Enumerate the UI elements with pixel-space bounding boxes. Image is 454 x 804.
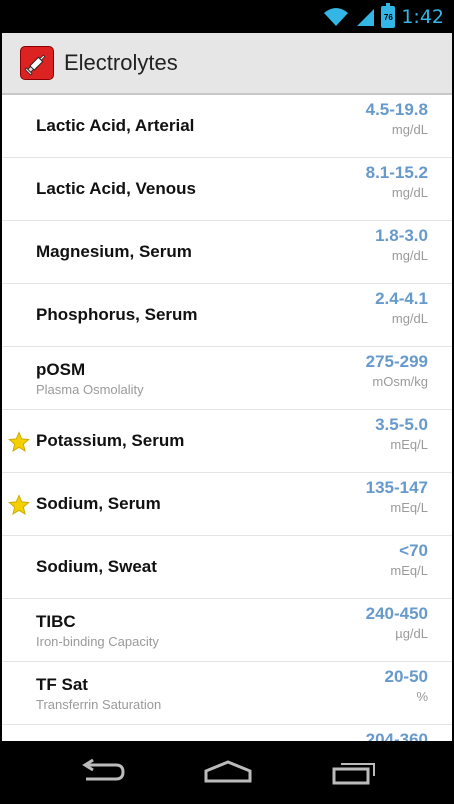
list-item[interactable]: Potassium, Serum 3.5-5.0 mEq/L [2, 410, 452, 473]
item-unit: mg/dL [391, 185, 428, 200]
screen: 76 1:42 Electrolytes Lactic Acid, Arteri… [2, 0, 452, 804]
wifi-icon [324, 8, 349, 26]
item-name: Lactic Acid, Venous [36, 179, 196, 198]
item-range: 240-450 [365, 604, 428, 623]
item-name: Sodium, Serum [36, 494, 161, 513]
action-bar: Electrolytes [2, 33, 452, 95]
item-range: 20-50 [384, 667, 428, 686]
item-name: TF Sat [36, 675, 88, 694]
list-item[interactable]: TF Sat Transferrin Saturation 20-50% [2, 662, 452, 725]
item-unit: mEq/L [390, 500, 428, 515]
electrolyte-list: Lactic Acid, Arterial 4.5-19.8 mg/dL Lactic… [2, 95, 452, 741]
back-icon[interactable] [80, 759, 126, 785]
item-range: 8.1-15.2 [365, 163, 428, 182]
item-name: Phosphorus, Serum [36, 305, 198, 324]
item-range: 3.5-5.0 [375, 415, 428, 434]
item-subtitle: Iron-binding Capacity [36, 634, 159, 649]
syringe-icon[interactable] [20, 46, 54, 80]
item-subtitle: Plasma Osmolality [36, 382, 144, 397]
item-range: 4.5-19.8 [365, 100, 428, 119]
list-item[interactable]: Magnesium, Serum 1.8-3.0 mg/dL [2, 221, 452, 284]
item-range: 1.8-3.0 [375, 226, 428, 245]
status-time: 1:42 [401, 6, 444, 28]
item-name: Potassium, Serum [36, 431, 185, 450]
navigation-bar [2, 741, 452, 804]
list-item[interactable]: Lactic Acid, Arterial 4.5-19.8 mg/dL [2, 95, 452, 158]
item-unit: % [416, 689, 428, 704]
list-item[interactable]: Sodium, Sweat <70 mEq/L [2, 536, 452, 599]
item-range: 135-147 [365, 478, 428, 497]
item-name: Sodium, Sweat [36, 557, 157, 576]
item-unit: mg/dL [391, 311, 428, 326]
item-name: pOSM [36, 360, 86, 379]
list-item[interactable]: Sodium, Serum 135-147 mEq/L [2, 473, 452, 536]
item-range: 204-360 [365, 730, 428, 741]
item-unit: mg/dL [391, 122, 428, 137]
status-icons: 76 1:42 [323, 3, 444, 31]
item-unit: mOsm/kg [372, 374, 428, 389]
status-bar: 76 1:42 [2, 0, 452, 33]
item-unit: µg/dL [395, 626, 428, 641]
recent-apps-icon[interactable] [332, 759, 378, 785]
star-icon[interactable] [8, 431, 30, 453]
item-name: TIBC [36, 612, 76, 631]
item-range: 275-299 [365, 352, 428, 371]
item-name: Lactic Acid, Arterial [36, 116, 195, 135]
list-item[interactable]: Phosphorus, Serum 2.4-4.1 mg/dL [2, 284, 452, 347]
signal-icon [357, 9, 375, 26]
list-item[interactable]: Lactic Acid, Venous 8.1-15.2 mg/dL [2, 158, 452, 221]
item-subtitle: Transferrin Saturation [36, 697, 162, 712]
home-icon[interactable] [203, 759, 253, 785]
item-unit: mEq/L [390, 437, 428, 452]
list-item[interactable]: TIBC Iron-binding Capacity 240-450 µg/dL [2, 599, 452, 662]
list-item[interactable]: pOSM Plasma Osmolality 275-299 mOsm/kg [2, 347, 452, 410]
item-unit: mg/dL [391, 248, 428, 263]
item-name: Magnesium, Serum [36, 242, 192, 261]
list-item[interactable]: 204-360 [2, 725, 452, 741]
battery-icon: 76 [381, 3, 396, 28]
battery-level: 76 [383, 12, 393, 22]
item-unit: mEq/L [390, 563, 428, 578]
item-range: 2.4-4.1 [375, 289, 428, 308]
page-title: Electrolytes [64, 50, 178, 75]
item-range: <70 [399, 541, 428, 560]
star-icon[interactable] [8, 494, 30, 516]
